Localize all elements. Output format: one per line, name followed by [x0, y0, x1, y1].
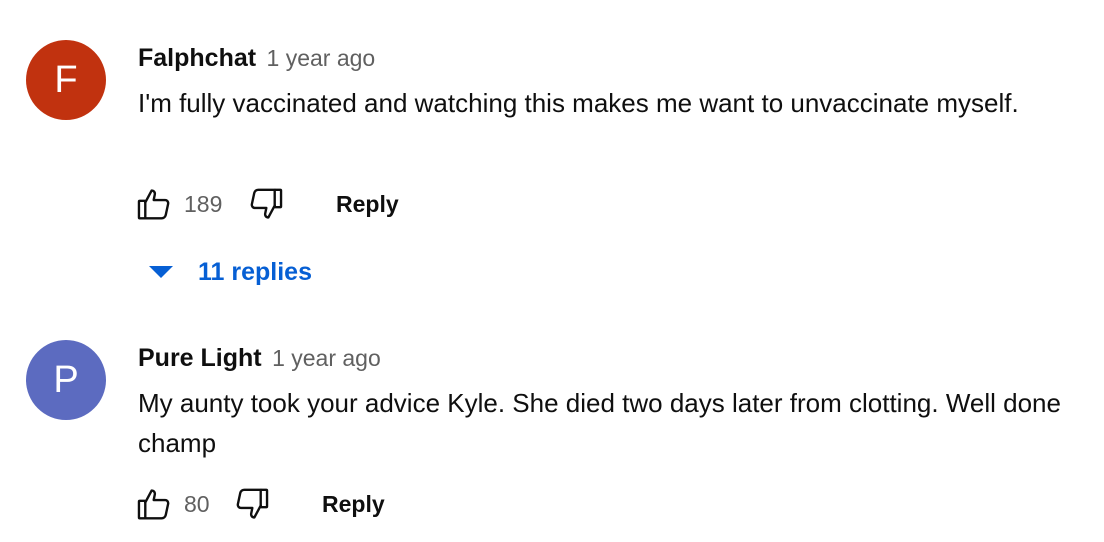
comment-text: I'm fully vaccinated and watching this m… — [138, 88, 1019, 118]
comment-text: My aunty took your advice Kyle. She died… — [138, 388, 1061, 458]
like-button[interactable] — [134, 184, 174, 224]
comment-thread: P Pure Light 1 year ago My aunty took yo… — [0, 300, 1104, 542]
comment-author[interactable]: Pure Light — [138, 344, 262, 372]
comment-thread: F Falphchat 1 year ago I'm fully vaccina… — [0, 0, 1104, 300]
thumbs-down-icon — [250, 188, 283, 219]
view-replies-button[interactable]: 11 replies — [148, 252, 312, 292]
like-button[interactable] — [134, 484, 174, 524]
caret-down-icon — [149, 266, 173, 278]
comment-actions: 189 Reply — [134, 184, 399, 224]
thumbs-down-icon — [236, 488, 269, 519]
avatar-letter: F — [54, 59, 78, 101]
dislike-button[interactable] — [232, 484, 272, 524]
thumbs-up-icon — [137, 489, 170, 520]
comment-author[interactable]: Falphchat — [138, 44, 256, 72]
reply-button[interactable]: Reply — [336, 191, 399, 218]
dislike-button[interactable] — [246, 184, 286, 224]
avatar[interactable]: F — [26, 40, 106, 120]
like-count: 80 — [184, 490, 210, 517]
comment-timestamp[interactable]: 1 year ago — [267, 45, 376, 71]
comment-header: Pure Light 1 year ago — [138, 346, 381, 371]
avatar-letter: P — [53, 359, 79, 401]
comment-actions: 80 Reply — [134, 484, 385, 524]
reply-button[interactable]: Reply — [322, 491, 385, 518]
comment-timestamp[interactable]: 1 year ago — [272, 345, 381, 371]
replies-count-label: 11 replies — [198, 257, 312, 286]
comment-header: Falphchat 1 year ago — [138, 46, 375, 71]
thumbs-up-icon — [137, 189, 170, 220]
avatar[interactable]: P — [26, 340, 106, 420]
like-count: 189 — [184, 190, 223, 217]
